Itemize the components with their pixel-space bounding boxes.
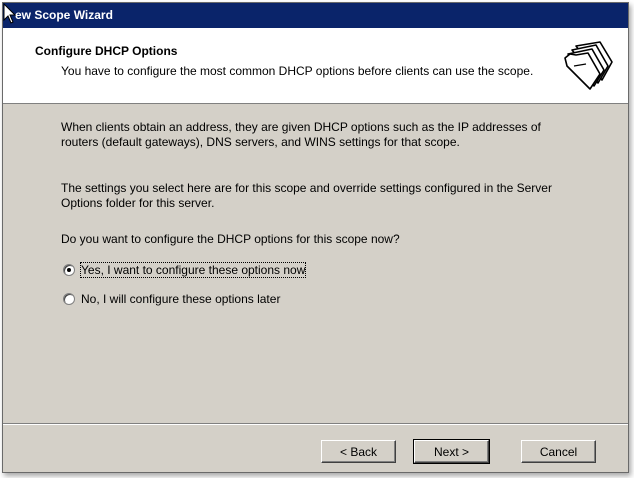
description-paragraph-1: When clients obtain an address, they are…	[61, 120, 541, 149]
description-paragraph-2: The settings you select here are for thi…	[61, 181, 552, 210]
radio-button-yes[interactable]	[63, 264, 75, 276]
radio-option-no[interactable]: No, I will configure these options later	[63, 291, 280, 307]
radio-option-yes[interactable]: Yes, I want to configure these options n…	[63, 262, 307, 278]
window-title: ew Scope Wizard	[15, 8, 113, 22]
cancel-button[interactable]: Cancel	[521, 440, 596, 463]
radio-label-no[interactable]: No, I will configure these options later	[81, 292, 280, 306]
back-button[interactable]: < Back	[321, 440, 396, 463]
page-subtitle: You have to configure the most common DH…	[61, 64, 534, 78]
radio-label-yes[interactable]: Yes, I want to configure these options n…	[79, 262, 307, 278]
title-bar[interactable]: ew Scope Wizard	[3, 3, 628, 28]
mouse-pointer-icon	[3, 3, 17, 24]
radio-button-no[interactable]	[63, 293, 75, 305]
next-button[interactable]: Next >	[413, 439, 490, 464]
footer-divider	[3, 423, 628, 425]
wizard-header: Configure DHCP Options You have to confi…	[3, 28, 628, 104]
page-title: Configure DHCP Options	[35, 44, 178, 58]
folders-icon	[560, 36, 618, 94]
new-scope-wizard-window: ew Scope Wizard Configure DHCP Options Y…	[2, 2, 629, 473]
configure-question: Do you want to configure the DHCP option…	[61, 232, 400, 246]
